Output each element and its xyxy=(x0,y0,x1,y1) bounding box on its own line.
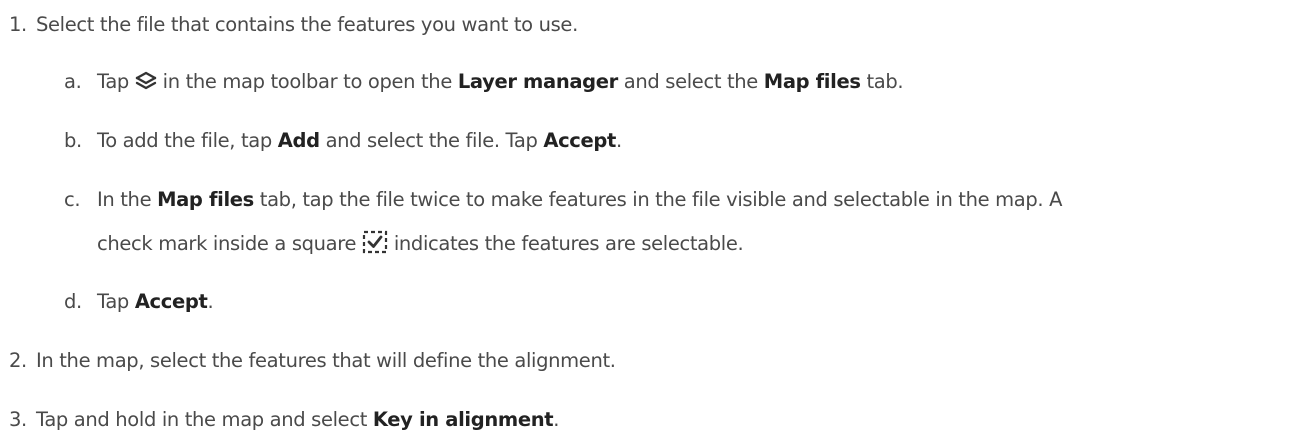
substep-c-text-line2: check mark inside a square indicates the… xyxy=(97,230,744,262)
substep-b-text: To add the file, tap Add and select the … xyxy=(97,127,622,155)
substep-a-text-2: in the map toolbar to open the xyxy=(156,70,458,93)
substep-b-text-1: To add the file, tap xyxy=(97,129,278,152)
substep-a-text-4: tab. xyxy=(860,70,904,93)
step-2-text: In the map, select the features that wil… xyxy=(36,349,616,372)
accept-term: Accept xyxy=(543,129,616,152)
substep-c-text-4: indicates the features are selectable. xyxy=(388,232,744,255)
accept-term: Accept xyxy=(134,290,208,313)
substep-c-text-3: check mark inside a square xyxy=(97,232,362,255)
layers-icon xyxy=(135,70,157,100)
substep-a-marker: a. xyxy=(64,70,82,93)
substep-b-text-2: and select the file. Tap xyxy=(319,129,544,152)
substep-b-text-3: . xyxy=(615,129,622,152)
key-in-alignment-term: Key in alignment xyxy=(372,408,554,431)
map-files-term: Map files xyxy=(763,70,861,93)
substep-d-marker: d. xyxy=(64,290,82,313)
substep-c-text-2: tab, tap the file twice to make features… xyxy=(253,188,1063,211)
step-3-text-1: Tap and hold in the map and select xyxy=(36,408,373,431)
substep-c-text-line1: In the Map files tab, tap the file twice… xyxy=(97,186,1062,214)
step-3-text-2: . xyxy=(553,408,560,431)
substep-d-text-1: Tap xyxy=(97,290,135,313)
step-3-number: 3. xyxy=(9,408,27,431)
substep-c-text-1: In the xyxy=(97,188,158,211)
substep-a-text-1: Tap xyxy=(97,70,135,93)
selectable-checkbox-icon xyxy=(362,230,388,262)
step-1-number: 1. xyxy=(9,13,27,36)
add-term: Add xyxy=(277,129,320,152)
substep-a-text: Tap in the map toolbar to open the Layer… xyxy=(97,68,904,100)
substep-d-text-2: . xyxy=(207,290,214,313)
substep-b-marker: b. xyxy=(64,129,82,152)
step-1-text: Select the file that contains the featur… xyxy=(36,13,578,36)
layer-manager-term: Layer manager xyxy=(457,70,618,93)
step-2-number: 2. xyxy=(9,349,27,372)
map-files-term: Map files xyxy=(157,188,254,211)
step-3-text: Tap and hold in the map and select Key i… xyxy=(36,406,559,434)
substep-c-marker: c. xyxy=(64,188,81,211)
substep-a-text-3: and select the xyxy=(617,70,764,93)
substep-d-text: Tap Accept. xyxy=(97,288,214,316)
